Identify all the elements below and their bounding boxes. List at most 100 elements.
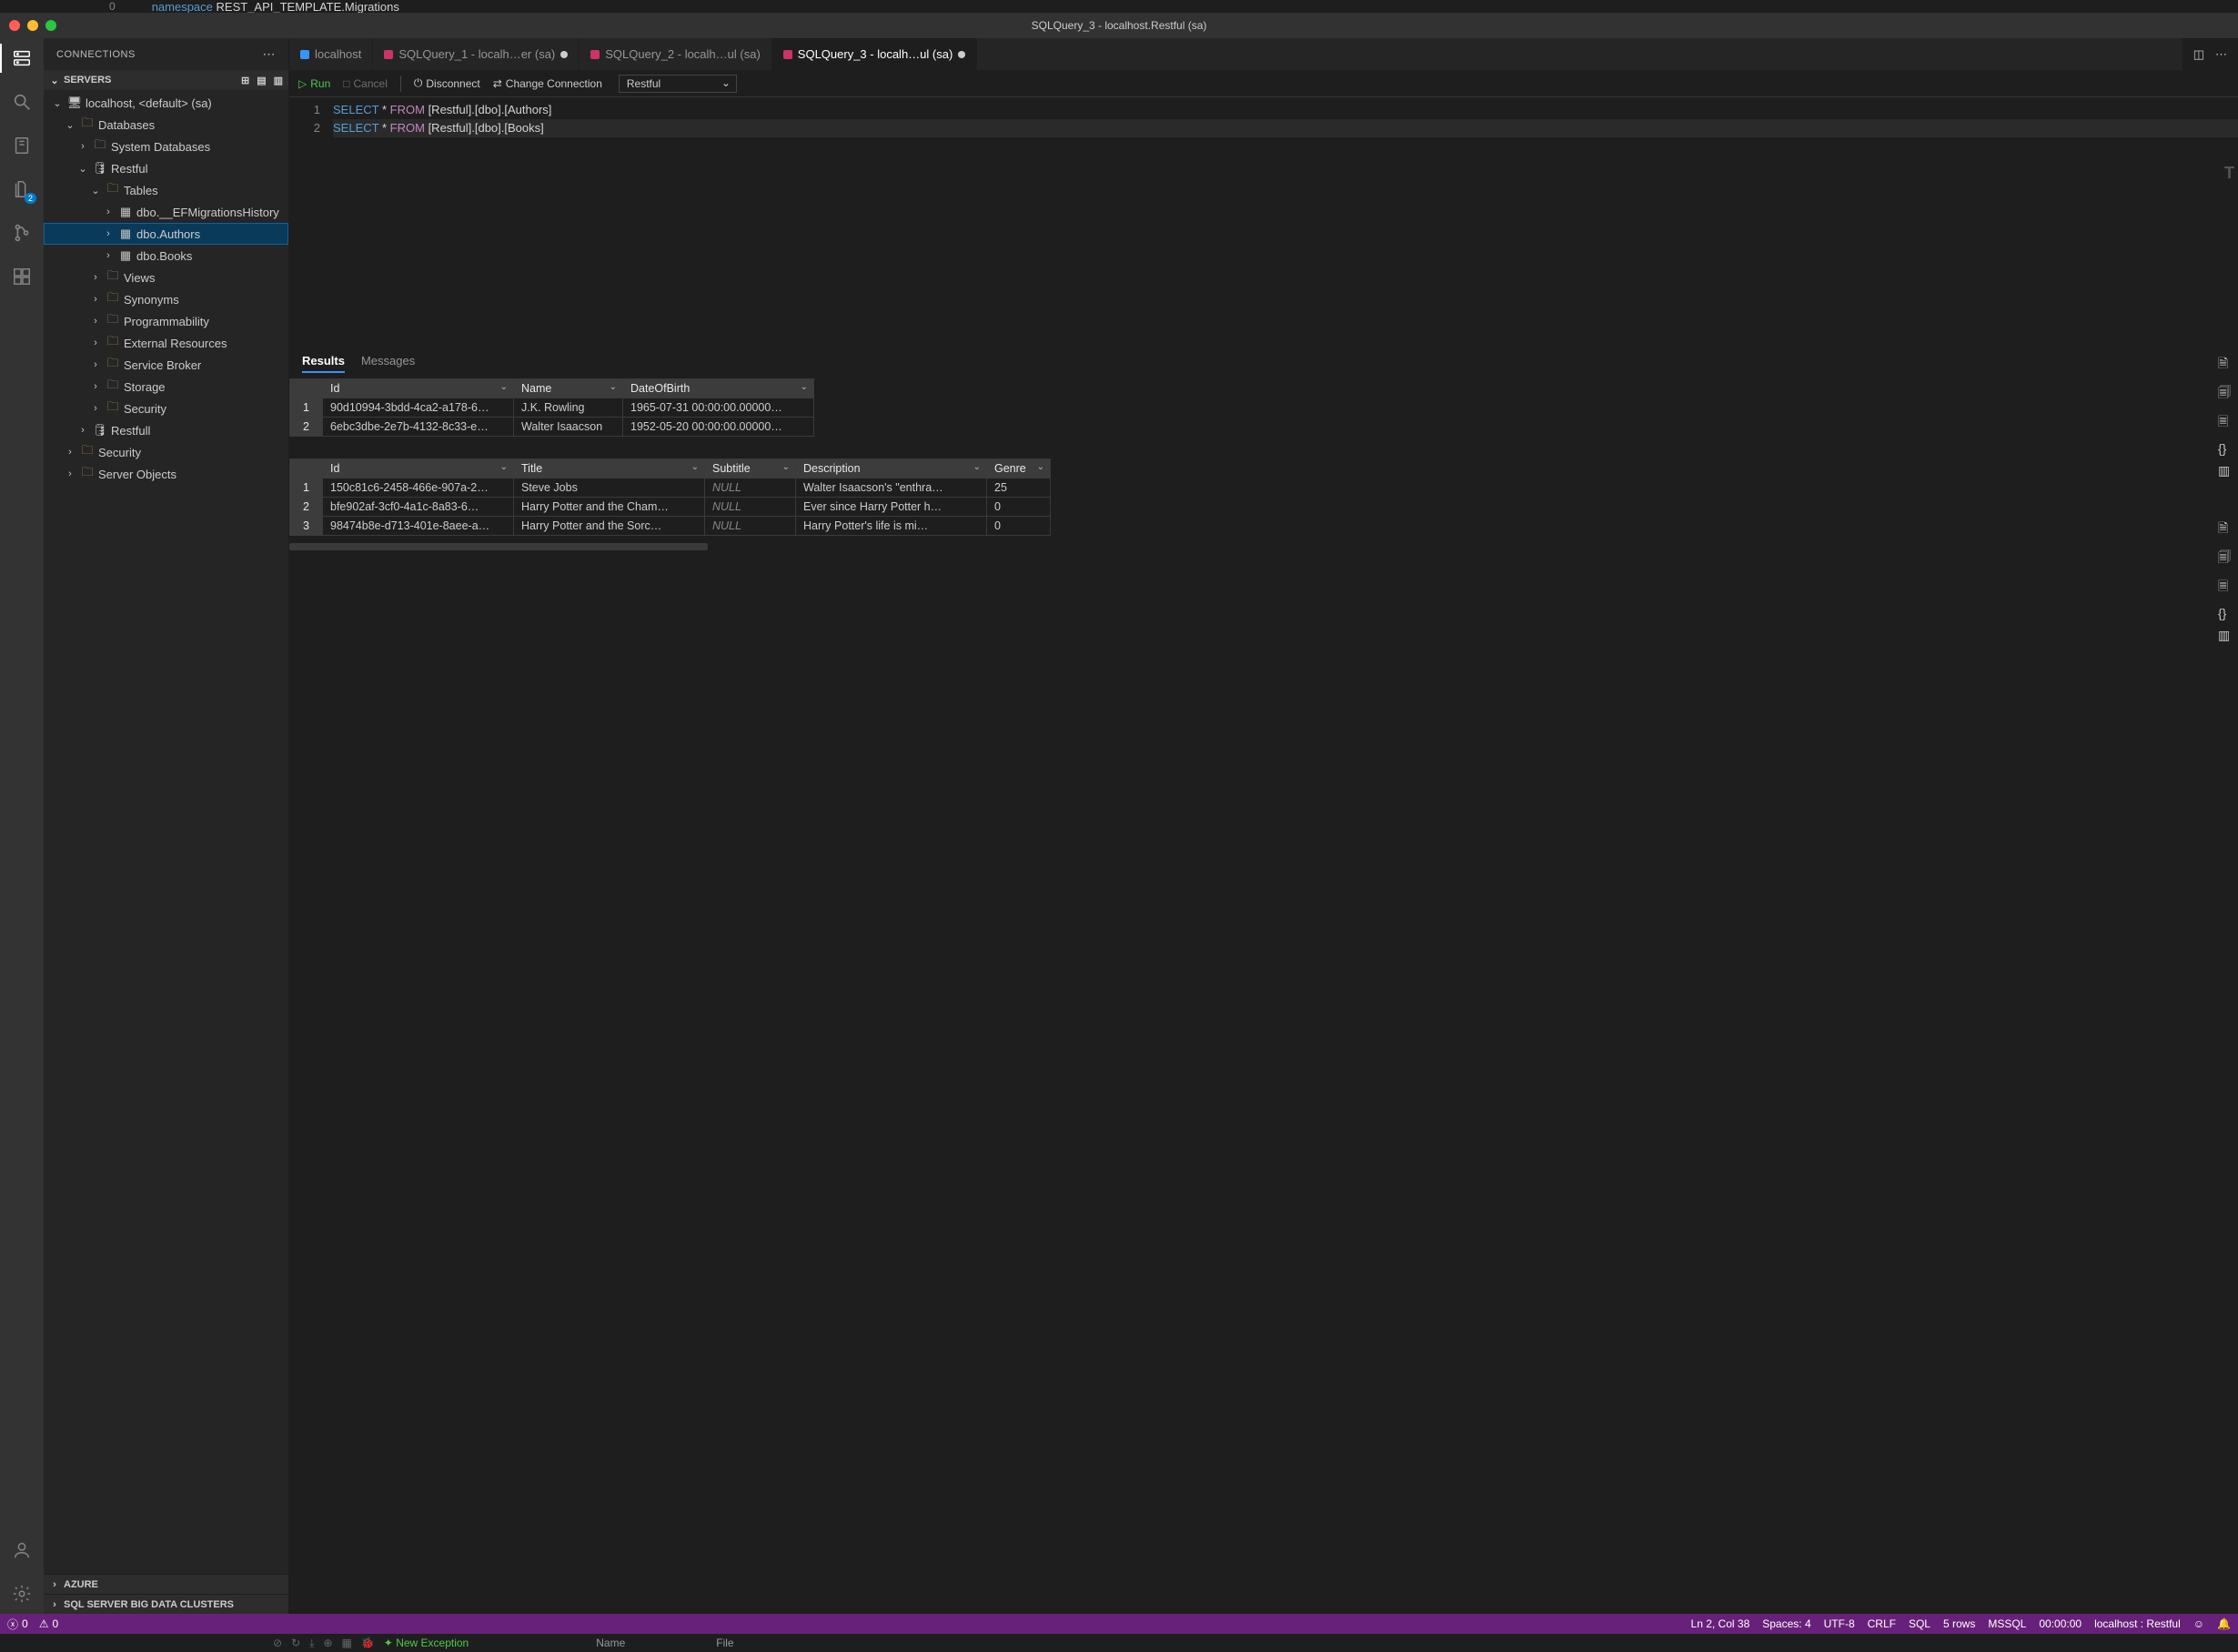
disconnect-icon: ⏻ — [414, 76, 423, 90]
tree-server-objects-node[interactable]: ›🗀Server Objects — [44, 463, 288, 485]
debug-icon[interactable]: ⊘ — [273, 1637, 282, 1649]
tree-synonyms-node[interactable]: ›🗀Synonyms — [44, 288, 288, 310]
table-row: 2bfe902af-3cf0-4a1c-8a83-6…Harry Potter … — [290, 498, 1051, 517]
tab-sqlquery1[interactable]: SQLQuery_1 - localh…er (sa) — [373, 38, 580, 70]
status-mssql[interactable]: MSSQL — [1988, 1617, 2026, 1630]
sidebar-action-1-icon[interactable]: ⋯ — [263, 46, 277, 62]
tree-table-migrations[interactable]: ›▦dbo.__EFMigrationsHistory — [44, 201, 288, 223]
status-lncol[interactable]: Ln 2, Col 38 — [1691, 1617, 1750, 1630]
status-errors[interactable]: ⓧ0 — [7, 1617, 28, 1632]
status-spaces[interactable]: Spaces: 4 — [1762, 1617, 1810, 1630]
status-time[interactable]: 00:00:00 — [2039, 1617, 2082, 1630]
disconnect-button[interactable]: ⏻Disconnect — [414, 76, 480, 90]
explorer-badge: 2 — [25, 193, 36, 204]
tree-restful-db-node[interactable]: ⌄🛢Restful — [44, 157, 288, 179]
feedback-icon[interactable]: ☺ — [2193, 1617, 2204, 1630]
results-grid-2[interactable]: Id⌄ Title⌄ Subtitle⌄ Description⌄ Genre⌄… — [289, 458, 1051, 536]
tab-sqlquery2[interactable]: SQLQuery_2 - localh…ul (sa) — [580, 38, 772, 70]
debug-col-file: File — [716, 1637, 733, 1649]
cancel-button[interactable]: □Cancel — [343, 77, 388, 90]
warning-icon: ⚠ — [39, 1617, 49, 1630]
horizontal-scrollbar[interactable] — [289, 543, 708, 550]
server-tree: ⌄🖥localhost, <default> (sa) ⌄🗀Databases … — [44, 90, 288, 1574]
explorer-icon[interactable]: 2 — [9, 176, 35, 202]
debug-icon[interactable]: ⤓ — [309, 1637, 314, 1650]
results-side-toolbar: 🗎 🗐 🗏 {} ▥ 🗎 🗐 🗏 {} ▥ — [2211, 347, 2238, 1614]
tree-security2-node[interactable]: ›🗀Security — [44, 441, 288, 463]
editor-area: localhost SQLQuery_1 - localh…er (sa) SQ… — [289, 38, 2238, 1614]
error-icon: ⓧ — [7, 1617, 18, 1632]
account-icon[interactable] — [9, 1537, 35, 1563]
status-connection[interactable]: localhost : Restful — [2094, 1617, 2181, 1630]
azure-section-header[interactable]: ›AZURE — [44, 1574, 288, 1594]
settings-icon[interactable] — [9, 1581, 35, 1607]
servers-label: SERVERS — [64, 75, 111, 86]
sql-file-icon — [384, 50, 393, 59]
save-excel-icon[interactable]: 🗐 — [2218, 383, 2231, 405]
visualizer-icon[interactable]: ▥ — [2218, 628, 2231, 643]
debug-icon[interactable]: ▦ — [342, 1637, 352, 1649]
status-eol[interactable]: CRLF — [1868, 1617, 1896, 1630]
save-csv-icon[interactable]: 🗎 — [2218, 519, 2231, 540]
tree-storage-node[interactable]: ›🗀Storage — [44, 376, 288, 398]
status-warnings[interactable]: ⚠0 — [39, 1617, 58, 1630]
sql-file-icon — [783, 50, 792, 59]
tree-sysdb-node[interactable]: ›🗀System Databases — [44, 136, 288, 157]
save-json-icon[interactable]: 🗏 — [2218, 412, 2231, 434]
notifications-icon[interactable]: 🔔 — [2217, 1617, 2231, 1630]
database-select[interactable]: Restful — [619, 75, 737, 93]
notebooks-icon[interactable] — [9, 133, 35, 158]
results-tab[interactable]: Results — [302, 350, 345, 373]
debug-icon[interactable]: ↻ — [291, 1637, 300, 1649]
tree-table-books[interactable]: ›▦dbo.Books — [44, 245, 288, 267]
tree-views-node[interactable]: ›🗀Views — [44, 267, 288, 288]
split-editor-icon[interactable]: ◫ — [2193, 47, 2204, 62]
tab-sqlquery3[interactable]: SQLQuery_3 - localh…ul (sa) — [772, 38, 978, 70]
results-grid-1[interactable]: Id⌄ Name⌄ DateOfBirth⌄ 190d10994-3bdd-4c… — [289, 378, 814, 437]
tree-tables-node[interactable]: ⌄🗀Tables — [44, 179, 288, 201]
play-icon: ▷ — [298, 77, 307, 90]
sidebar: CONNECTIONS ⋯ ⌄ SERVERS ⊞ ▤ ▥ ⌄🖥localhos… — [44, 38, 289, 1614]
tree-programmability-node[interactable]: ›🗀Programmability — [44, 310, 288, 332]
table-row: 398474b8e-d713-401e-8aee-a…Harry Potter … — [290, 517, 1051, 536]
minimap-icon: T — [2224, 164, 2234, 183]
save-csv-icon[interactable]: 🗎 — [2218, 354, 2231, 376]
save-json-icon[interactable]: 🗏 — [2218, 577, 2231, 599]
tree-databases-node[interactable]: ⌄🗀Databases — [44, 114, 288, 136]
extensions-icon[interactable] — [9, 264, 35, 289]
status-language[interactable]: SQL — [1909, 1617, 1931, 1630]
debug-icon[interactable]: ⊕ — [323, 1637, 332, 1649]
new-connection-icon[interactable]: ⊞ — [241, 75, 249, 86]
bigdata-section-header[interactable]: ›SQL SERVER BIG DATA CLUSTERS — [44, 1594, 288, 1614]
run-button[interactable]: ▷Run — [298, 77, 330, 90]
tree-service-broker-node[interactable]: ›🗀Service Broker — [44, 354, 288, 376]
tab-localhost[interactable]: localhost — [289, 38, 373, 70]
status-encoding[interactable]: UTF-8 — [1824, 1617, 1855, 1630]
tree-external-resources-node[interactable]: ›🗀External Resources — [44, 332, 288, 354]
code-editor[interactable]: 12 SELECT * FROM [Restful].[dbo].[Author… — [289, 97, 2238, 347]
tree-security-node[interactable]: ›🗀Security — [44, 398, 288, 419]
save-excel-icon[interactable]: 🗐 — [2218, 548, 2231, 569]
table-row: 26ebc3dbe-2e7b-4132-8c33-e…Walter Isaacs… — [290, 418, 814, 437]
new-query-icon[interactable]: ▤ — [257, 75, 266, 86]
editor-tabs: localhost SQLQuery_1 - localh…er (sa) SQ… — [289, 38, 2238, 70]
visualizer-icon[interactable]: ▥ — [2218, 463, 2231, 478]
servers-section-header[interactable]: ⌄ SERVERS ⊞ ▤ ▥ — [44, 70, 288, 90]
chart-icon[interactable]: {} — [2218, 441, 2231, 456]
stop-icon: □ — [343, 77, 349, 90]
more-actions-icon[interactable]: ⋯ — [2215, 47, 2227, 62]
status-rows[interactable]: 5 rows — [1943, 1617, 1975, 1630]
search-icon[interactable] — [9, 89, 35, 115]
debug-icon[interactable]: 🐞 — [361, 1637, 375, 1649]
tree-server-node[interactable]: ⌄🖥localhost, <default> (sa) — [44, 92, 288, 114]
connections-icon[interactable] — [9, 45, 35, 71]
messages-tab[interactable]: Messages — [361, 350, 415, 373]
tree-table-authors[interactable]: ›▦dbo.Authors — [44, 223, 288, 245]
new-exception-button[interactable]: ✦ New Exception — [384, 1637, 469, 1649]
refresh-icon[interactable]: ▥ — [274, 75, 283, 86]
source-control-icon[interactable] — [9, 220, 35, 246]
change-connection-button[interactable]: ⇄Change Connection — [493, 77, 602, 90]
chart-icon[interactable]: {} — [2218, 606, 2231, 620]
query-toolbar: ▷Run □Cancel ⏻Disconnect ⇄Change Connect… — [289, 70, 2238, 97]
tree-restfull-db-node[interactable]: ›🛢Restfull — [44, 419, 288, 441]
